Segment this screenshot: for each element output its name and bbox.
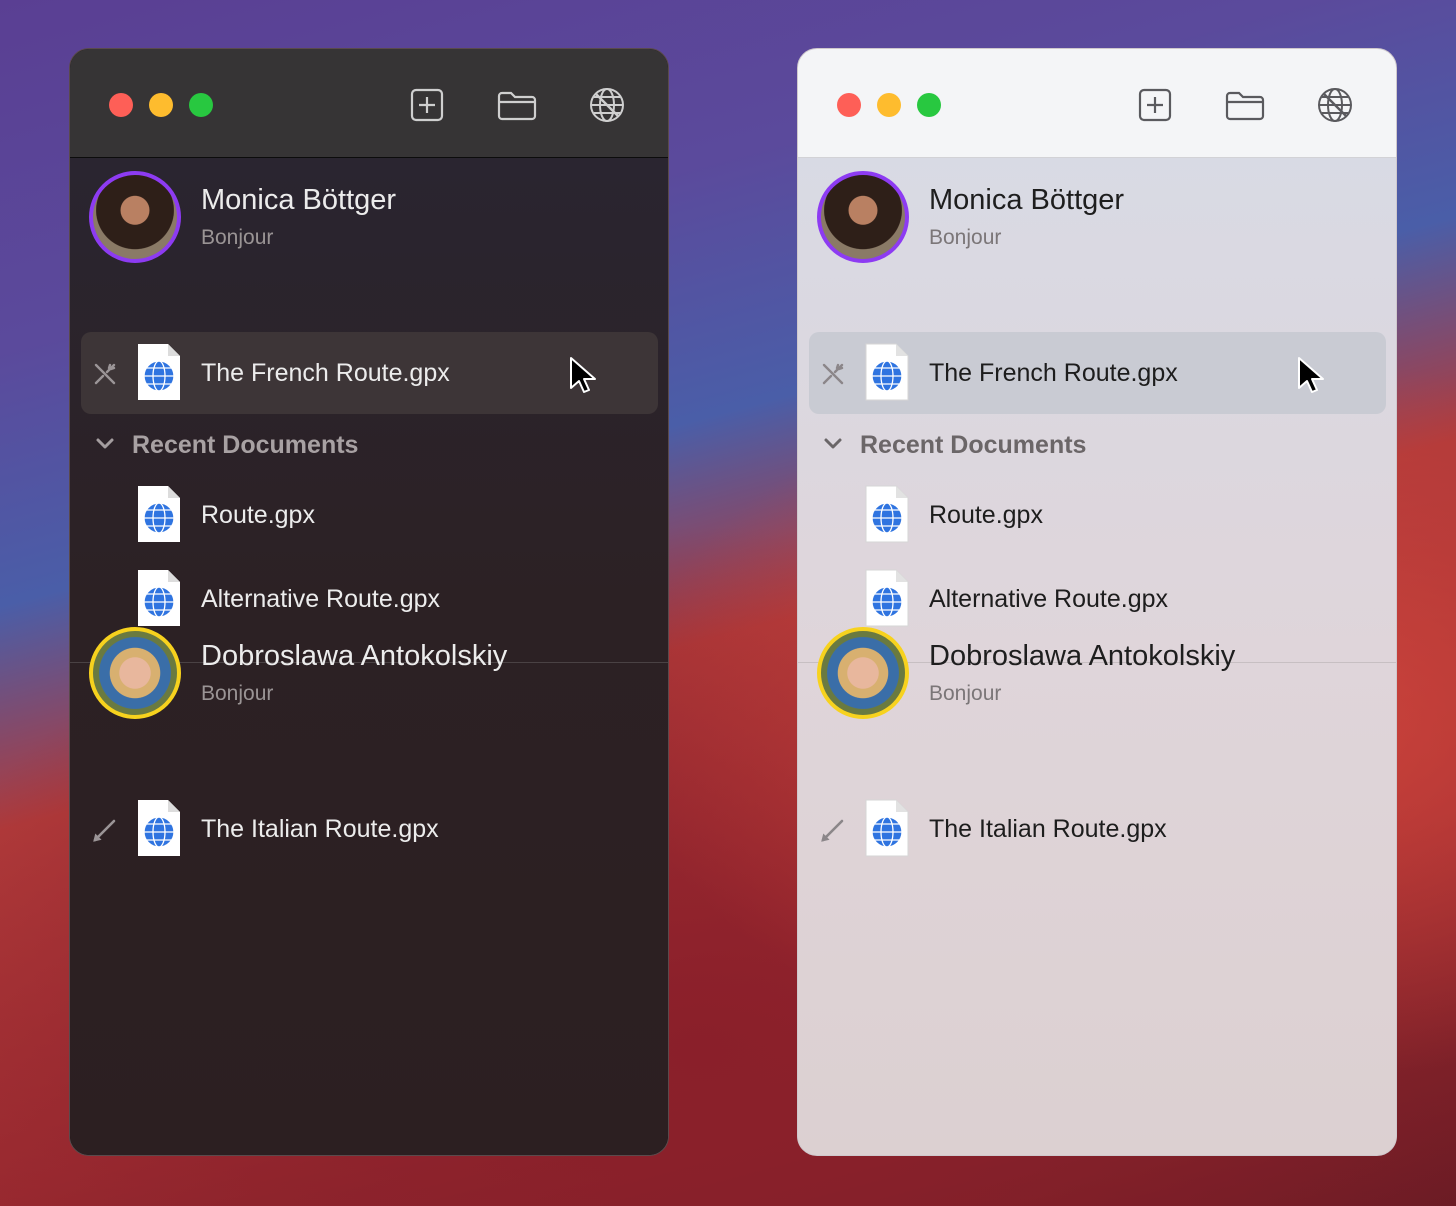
avatar [89, 627, 181, 719]
disconnect-button[interactable] [91, 360, 119, 388]
app-window-light: Monica Böttger Bonjour The French Route.… [797, 48, 1397, 1156]
document-name: Alternative Route.gpx [929, 585, 1169, 613]
recent-documents-section[interactable]: Recent Documents [798, 424, 1396, 464]
document-row[interactable]: The French Route.gpx [81, 332, 658, 414]
maximize-button[interactable] [189, 93, 213, 117]
folder-icon [497, 91, 537, 121]
document-name: Route.gpx [201, 501, 315, 529]
person-row[interactable]: Monica Böttger Bonjour [70, 158, 668, 263]
person-name: Monica Böttger [201, 184, 397, 216]
avatar [817, 627, 909, 719]
close-button[interactable] [837, 93, 861, 117]
document-name: The Italian Route.gpx [201, 815, 439, 843]
document-row[interactable]: The French Route.gpx [809, 332, 1386, 414]
gpx-document-icon [865, 485, 909, 543]
pencil-icon [821, 819, 844, 842]
recent-documents-section[interactable]: Recent Documents [70, 424, 668, 464]
open-folder-button[interactable] [1223, 85, 1267, 125]
gpx-document-icon [865, 799, 909, 857]
gpx-document-icon [138, 344, 180, 400]
new-document-button[interactable] [1133, 85, 1177, 125]
section-label: Recent Documents [860, 431, 1087, 459]
sidebar: Monica Böttger Bonjour The French Route.… [798, 158, 1396, 1155]
person-status: Bonjour [201, 682, 274, 705]
person-row[interactable]: Monica Böttger Bonjour [798, 158, 1396, 263]
person-name: Dobroslawa Antokolskiy [201, 640, 508, 672]
document-row[interactable]: The Italian Route.gpx [81, 788, 658, 870]
disconnect-icon [94, 363, 116, 385]
person-name: Dobroslawa Antokolskiy [929, 640, 1236, 672]
person-status: Bonjour [201, 226, 274, 249]
document-name: Route.gpx [929, 501, 1043, 529]
gpx-document-icon [138, 486, 180, 542]
avatar [817, 171, 909, 263]
disconnect-icon [822, 363, 844, 385]
minimize-button[interactable] [149, 93, 173, 117]
document-name: The French Route.gpx [929, 359, 1178, 387]
document-name: The French Route.gpx [201, 359, 450, 387]
titlebar [798, 49, 1396, 158]
share-globe-button[interactable] [585, 85, 629, 125]
gpx-document-icon [865, 343, 909, 401]
globe-icon [1318, 88, 1352, 122]
person-name: Monica Böttger [929, 184, 1125, 216]
gpx-document-icon [138, 800, 180, 856]
globe-icon [590, 88, 624, 122]
edit-button[interactable] [91, 816, 119, 844]
person-status: Bonjour [929, 226, 1002, 249]
person-row[interactable]: Dobroslawa Antokolskiy Bonjour [798, 614, 1396, 719]
edit-button[interactable] [819, 816, 847, 844]
new-document-icon [1138, 88, 1172, 122]
open-folder-button[interactable] [495, 85, 539, 125]
recent-document-row[interactable]: Route.gpx [81, 474, 658, 556]
share-globe-button[interactable] [1313, 85, 1357, 125]
section-label: Recent Documents [132, 431, 359, 459]
chevron-down-icon[interactable] [94, 433, 116, 455]
close-button[interactable] [109, 93, 133, 117]
document-row[interactable]: The Italian Route.gpx [809, 788, 1386, 870]
app-window-dark: Monica Böttger Bonjour The French Route.… [69, 48, 669, 1156]
chevron-down-icon[interactable] [822, 433, 844, 455]
recent-document-row[interactable]: Route.gpx [809, 474, 1386, 556]
sidebar: Monica Böttger Bonjour The French Route.… [70, 158, 668, 1155]
new-document-button[interactable] [405, 85, 449, 125]
pencil-icon [93, 819, 116, 842]
folder-icon [1225, 91, 1265, 121]
mouse-pointer-icon [570, 357, 596, 393]
minimize-button[interactable] [877, 93, 901, 117]
document-name: Alternative Route.gpx [201, 585, 441, 613]
document-name: The Italian Route.gpx [929, 815, 1167, 843]
mouse-pointer-icon [1298, 357, 1324, 393]
disconnect-button[interactable] [819, 360, 847, 388]
titlebar [70, 49, 668, 158]
new-document-icon [410, 88, 444, 122]
avatar [89, 171, 181, 263]
maximize-button[interactable] [917, 93, 941, 117]
person-status: Bonjour [929, 682, 1002, 705]
person-row[interactable]: Dobroslawa Antokolskiy Bonjour [70, 614, 668, 719]
